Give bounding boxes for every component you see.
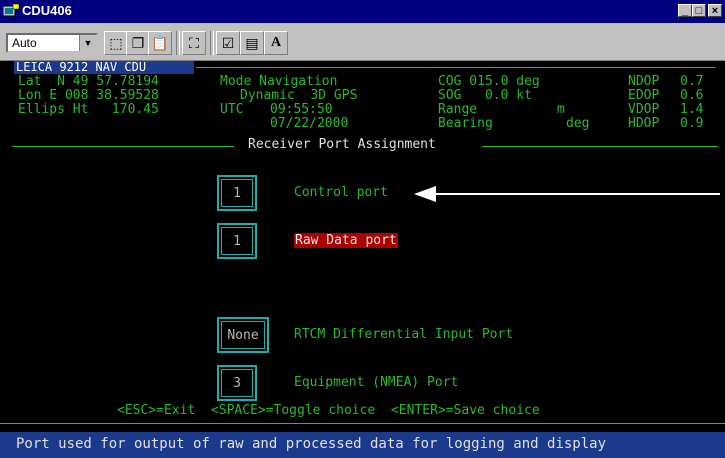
- nmea-port-label: Equipment (NMEA) Port: [294, 375, 459, 390]
- font-size-select[interactable]: Auto ▼: [6, 33, 98, 53]
- status-bar: Port used for output of raw and processe…: [0, 432, 725, 458]
- vdop-value: 1.4: [680, 102, 704, 117]
- fullscreen-icon: ⛶: [189, 35, 199, 51]
- properties-icon: ☑: [221, 35, 235, 51]
- utc-time: 09:55:50: [270, 102, 333, 117]
- ellipsoid-height: Ellips Ht 170.45: [18, 102, 159, 117]
- app-icon: [3, 4, 19, 17]
- toolbar-separator: [176, 31, 180, 55]
- utc-label: UTC: [220, 102, 244, 117]
- hdop-label: HDOP: [628, 116, 660, 131]
- vdop-label: VDOP: [628, 102, 660, 117]
- rtcm-port-value: None: [221, 321, 265, 349]
- raw-data-port-value: 1: [221, 227, 253, 255]
- paste-button[interactable]: 📋: [148, 31, 172, 55]
- hdop-value: 0.9: [680, 116, 704, 131]
- maximize-button[interactable]: □: [692, 4, 706, 17]
- bearing-unit: deg: [566, 116, 590, 131]
- dynamic-mode: Dynamic 3D GPS: [240, 88, 358, 103]
- font-icon: A: [270, 35, 282, 50]
- range-label: Range: [438, 102, 478, 117]
- nmea-port-value: 3: [221, 369, 253, 397]
- control-port-value: 1: [221, 179, 253, 207]
- chevron-down-icon[interactable]: ▼: [79, 35, 96, 51]
- raw-data-port-label: Raw Data port: [294, 233, 398, 248]
- properties-button[interactable]: ☑: [216, 31, 240, 55]
- title-bar[interactable]: CDU406 _ □ ×: [0, 0, 725, 23]
- background-icon: ▤: [245, 35, 259, 51]
- device-header: LEICA 9212 NAV CDU: [14, 61, 194, 74]
- raw-data-port-field[interactable]: 1: [217, 223, 257, 259]
- header-rule: [196, 67, 716, 68]
- window-title: CDU406: [22, 3, 72, 18]
- nmea-port-field[interactable]: 3: [217, 365, 257, 401]
- maximize-icon: □: [695, 5, 703, 17]
- control-port-label: Control port: [294, 185, 388, 200]
- date: 07/22/2000: [270, 116, 349, 131]
- panel-rule-left: [12, 146, 234, 147]
- arrow-left-icon: [414, 186, 720, 202]
- edop-value: 0.6: [680, 88, 704, 103]
- toolbar-separator: [210, 31, 214, 55]
- bearing-label: Bearing: [438, 116, 493, 131]
- close-icon: ×: [711, 5, 719, 17]
- paste-icon: 📋: [151, 35, 169, 51]
- select-icon: ⬚: [109, 35, 123, 51]
- font-size-value: Auto: [12, 36, 37, 50]
- mode: Mode Navigation: [220, 74, 338, 89]
- copy-icon: ❐: [131, 35, 145, 51]
- range-unit: m: [557, 102, 565, 117]
- edop-label: EDOP: [628, 88, 660, 103]
- mark-button[interactable]: ⬚: [104, 31, 128, 55]
- minimize-button[interactable]: _: [678, 4, 692, 17]
- sog: SOG 0.0 kt: [438, 88, 532, 103]
- latitude: Lat N 49 57.78194: [18, 74, 159, 89]
- copy-button[interactable]: ❐: [126, 31, 150, 55]
- control-port-field[interactable]: 1: [217, 175, 257, 211]
- background-button[interactable]: ▤: [240, 31, 264, 55]
- terminal-screen: LEICA 9212 NAV CDU Lat N 49 57.78194 Lon…: [0, 61, 725, 458]
- cog: COG 015.0 deg: [438, 74, 540, 89]
- rtcm-port-label: RTCM Differential Input Port: [294, 327, 514, 342]
- toolbar: Auto ▼ ⬚ ❐ 📋 ⛶ ☑ ▤ A: [0, 23, 725, 61]
- key-help: <ESC>=Exit <SPACE>=Toggle choice <ENTER>…: [117, 403, 540, 418]
- font-button[interactable]: A: [264, 31, 288, 55]
- panel-title: Receiver Port Assignment: [248, 137, 436, 152]
- rtcm-port-field[interactable]: None: [217, 317, 269, 353]
- status-divider: [0, 423, 725, 424]
- ndop-value: 0.7: [680, 74, 704, 89]
- longitude: Lon E 008 38.59528: [18, 88, 159, 103]
- fullscreen-button[interactable]: ⛶: [182, 31, 206, 55]
- minimize-icon: _: [681, 5, 689, 17]
- panel-rule-right: [482, 146, 718, 147]
- close-button[interactable]: ×: [708, 4, 722, 17]
- ndop-label: NDOP: [628, 74, 660, 89]
- cdu-window: CDU406 _ □ × Auto ▼ ⬚ ❐ 📋 ⛶ ☑ ▤ A LEICA …: [0, 0, 725, 458]
